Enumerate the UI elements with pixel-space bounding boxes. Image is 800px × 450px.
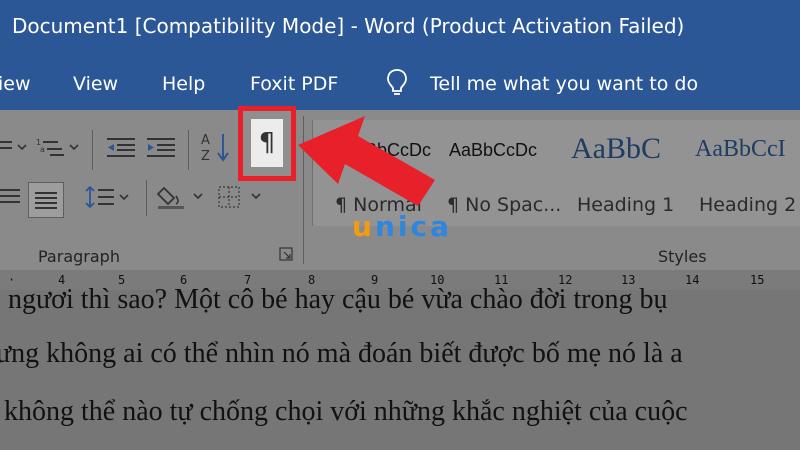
justify-icon[interactable]: [28, 182, 64, 218]
watermark-letter: u: [352, 210, 375, 243]
document-body[interactable]: ngươi thì sao? Một cô bé hay cậu bé vừa …: [0, 284, 800, 450]
watermark-letter: a: [430, 210, 452, 243]
document-line: ngươi thì sao? Một cô bé hay cậu bé vừa …: [8, 284, 668, 315]
dialog-launcher-icon[interactable]: [278, 246, 294, 262]
tab-help[interactable]: Help: [162, 73, 205, 95]
align-right-icon[interactable]: [0, 186, 22, 208]
svg-text:Z: Z: [201, 149, 210, 164]
borders-icon[interactable]: [216, 184, 268, 210]
watermark-letter: i: [397, 210, 411, 243]
document-line: ưng không ai có thể nhìn nó mà đoán biết…: [0, 338, 683, 369]
tab-view-partial[interactable]: iew: [0, 73, 31, 95]
separator: [92, 130, 93, 170]
watermark-letter: n: [374, 210, 398, 243]
ruler-tick: 14: [685, 273, 700, 287]
shading-icon[interactable]: [156, 184, 208, 210]
separator: [146, 180, 147, 216]
style-sample-no-spacing[interactable]: AaBbCcDc: [449, 140, 537, 161]
unica-watermark-logo: unica: [352, 210, 452, 243]
paragraph-group-label: Paragraph: [38, 247, 120, 266]
tell-me-search[interactable]: Tell me what you want to do: [430, 73, 698, 95]
title-bar: Document1 [Compatibility Mode] - Word (P…: [0, 0, 800, 60]
document-line: không thể nào tự chống chọi với những kh…: [4, 396, 688, 427]
show-hide-paragraph-marks-button[interactable]: ¶: [251, 119, 283, 167]
multilevel-list-icon[interactable]: 1a: [34, 136, 84, 158]
red-arrow-annotation: [298, 116, 435, 206]
ruler-tick: 15: [750, 273, 765, 287]
style-name-heading-2[interactable]: Heading 2: [699, 194, 796, 216]
watermark-letter: c: [410, 210, 431, 243]
bullets-icon[interactable]: [0, 136, 30, 158]
sort-icon[interactable]: AZ: [198, 130, 232, 164]
svg-text:A: A: [201, 133, 210, 148]
tab-view[interactable]: View: [73, 73, 118, 95]
styles-group-label: Styles: [658, 247, 707, 266]
style-sample-heading-2[interactable]: AaBbCcI: [695, 136, 786, 163]
increase-indent-icon[interactable]: [144, 136, 178, 158]
decrease-indent-icon[interactable]: [104, 136, 138, 158]
style-name-no-spacing[interactable]: ¶ No Spac...: [447, 194, 561, 216]
svg-text:a: a: [40, 145, 45, 154]
tab-foxit-pdf[interactable]: Foxit PDF: [250, 73, 338, 95]
lightbulb-icon: [387, 69, 407, 95]
style-sample-heading-1[interactable]: AaBbC: [571, 132, 661, 166]
line-spacing-icon[interactable]: [84, 185, 132, 209]
separator: [188, 130, 189, 170]
style-name-heading-1[interactable]: Heading 1: [577, 194, 674, 216]
window-title: Document1 [Compatibility Mode] - Word (P…: [12, 14, 685, 38]
highlight-box: ¶: [238, 106, 296, 181]
